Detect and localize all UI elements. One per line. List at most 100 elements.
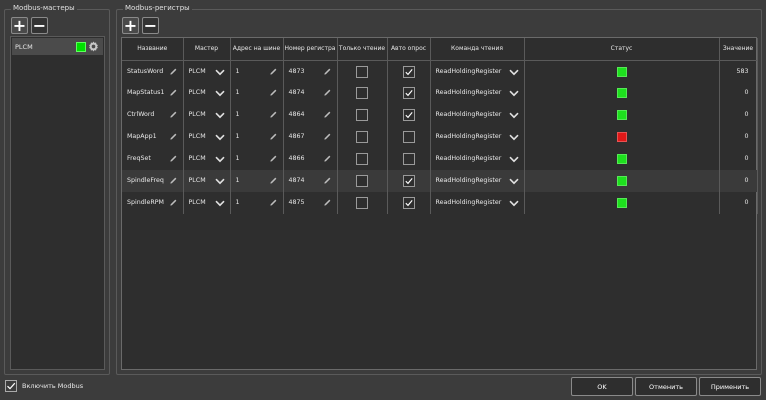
edit-pencil-icon[interactable]: [269, 88, 278, 97]
column-header-master[interactable]: Мастер: [183, 38, 231, 61]
cell-command[interactable]: ReadHoldingRegister: [430, 104, 525, 126]
cell-name[interactable]: StatusWord: [122, 60, 184, 82]
auto-poll-checkbox[interactable]: [402, 87, 415, 99]
cell-register[interactable]: 4864: [283, 104, 338, 126]
column-header-register[interactable]: Номер регистра: [283, 38, 338, 61]
column-header-address[interactable]: Адрес на шине: [230, 38, 284, 61]
gear-icon[interactable]: [88, 41, 99, 52]
apply-button[interactable]: Применить: [699, 377, 761, 396]
edit-pencil-icon[interactable]: [269, 154, 278, 163]
cell-address[interactable]: 1: [230, 126, 284, 148]
edit-pencil-icon[interactable]: [323, 176, 332, 185]
table-row[interactable]: MapStatus1 PLCM 1 4874 ReadHoldingRegister 0: [122, 82, 758, 104]
read-only-checkbox[interactable]: [356, 87, 368, 99]
read-only-checkbox[interactable]: [356, 65, 368, 78]
edit-pencil-icon[interactable]: [169, 110, 178, 119]
read-only-checkbox[interactable]: [356, 109, 368, 121]
cell-address[interactable]: 1: [230, 104, 284, 126]
cell-name[interactable]: SpindleFreq: [122, 170, 184, 192]
chevron-down-icon[interactable]: [214, 112, 225, 119]
master-list-item[interactable]: PLCM: [12, 38, 103, 55]
edit-pencil-icon[interactable]: [323, 110, 332, 119]
cell-address[interactable]: 1: [230, 82, 284, 104]
cell-register[interactable]: 4867: [283, 126, 338, 148]
cell-master[interactable]: PLCM: [183, 82, 231, 104]
chevron-down-icon[interactable]: [214, 69, 225, 76]
chevron-down-icon[interactable]: [508, 200, 519, 207]
table-row[interactable]: SpindleFreq PLCM 1 4874 ReadHoldingRegister 0: [122, 170, 758, 192]
edit-pencil-icon[interactable]: [169, 67, 178, 76]
cell-master[interactable]: PLCM: [183, 170, 231, 192]
cell-master[interactable]: PLCM: [183, 148, 231, 170]
cell-command[interactable]: ReadHoldingRegister: [430, 82, 525, 104]
edit-pencil-icon[interactable]: [323, 154, 332, 163]
auto-poll-checkbox[interactable]: [402, 175, 415, 187]
table-row[interactable]: MapApp1 PLCM 1 4867 ReadHoldingRegister 0: [122, 126, 758, 148]
column-header-command[interactable]: Команда чтения: [430, 38, 525, 61]
cell-address[interactable]: 1: [230, 148, 284, 170]
column-header-read-only[interactable]: Только чтение: [337, 38, 388, 61]
cell-register[interactable]: 4874: [283, 170, 338, 192]
edit-pencil-icon[interactable]: [323, 67, 332, 76]
cancel-button[interactable]: Отменить: [635, 377, 697, 396]
table-row[interactable]: StatusWord PLCM 1 4873 ReadHoldingRegister 58…: [122, 60, 758, 82]
chevron-down-icon[interactable]: [508, 112, 519, 119]
add-register-button[interactable]: +: [122, 17, 139, 34]
chevron-down-icon[interactable]: [214, 200, 225, 207]
cell-name[interactable]: SpindleRPM: [122, 192, 184, 214]
auto-poll-checkbox[interactable]: [402, 197, 415, 209]
chevron-down-icon[interactable]: [214, 156, 225, 163]
cell-command[interactable]: ReadHoldingRegister: [430, 126, 525, 148]
auto-poll-checkbox[interactable]: [402, 153, 415, 165]
edit-pencil-icon[interactable]: [169, 176, 178, 185]
cell-register[interactable]: 4875: [283, 192, 338, 214]
auto-poll-checkbox[interactable]: [402, 109, 415, 121]
cell-command[interactable]: ReadHoldingRegister: [430, 60, 525, 82]
edit-pencil-icon[interactable]: [269, 176, 278, 185]
chevron-down-icon[interactable]: [508, 178, 519, 185]
edit-pencil-icon[interactable]: [169, 154, 178, 163]
cell-address[interactable]: 1: [230, 170, 284, 192]
edit-pencil-icon[interactable]: [323, 88, 332, 97]
chevron-down-icon[interactable]: [214, 90, 225, 97]
edit-pencil-icon[interactable]: [169, 132, 178, 141]
cell-command[interactable]: ReadHoldingRegister: [430, 170, 525, 192]
edit-pencil-icon[interactable]: [269, 110, 278, 119]
cell-name[interactable]: CtrlWord: [122, 104, 184, 126]
cell-register[interactable]: 4866: [283, 148, 338, 170]
column-header-value[interactable]: Значение: [719, 38, 758, 61]
edit-pencil-icon[interactable]: [169, 198, 178, 207]
chevron-down-icon[interactable]: [508, 156, 519, 163]
auto-poll-checkbox[interactable]: [402, 131, 415, 143]
enable-modbus-checkbox[interactable]: [5, 380, 17, 392]
cell-master[interactable]: PLCM: [183, 192, 231, 214]
column-header-status[interactable]: Статус: [524, 38, 720, 61]
chevron-down-icon[interactable]: [508, 90, 519, 97]
remove-register-button[interactable]: −: [142, 17, 159, 34]
cell-master[interactable]: PLCM: [183, 104, 231, 126]
cell-register[interactable]: 4874: [283, 82, 338, 104]
cell-name[interactable]: MapStatus1: [122, 82, 184, 104]
edit-pencil-icon[interactable]: [269, 198, 278, 207]
table-row[interactable]: SpindleRPM PLCM 1 4875 ReadHoldingRegister 0: [122, 192, 758, 214]
chevron-down-icon[interactable]: [214, 134, 225, 141]
read-only-checkbox[interactable]: [356, 175, 368, 187]
chevron-down-icon[interactable]: [508, 69, 519, 76]
edit-pencil-icon[interactable]: [269, 67, 278, 76]
read-only-checkbox[interactable]: [356, 131, 368, 143]
table-row[interactable]: CtrlWord PLCM 1 4864 ReadHoldingRegister 0: [122, 104, 758, 126]
add-master-button[interactable]: +: [11, 17, 28, 34]
edit-pencil-icon[interactable]: [269, 132, 278, 141]
cell-command[interactable]: ReadHoldingRegister: [430, 192, 525, 214]
column-header-name[interactable]: Название: [122, 38, 184, 61]
read-only-checkbox[interactable]: [356, 197, 368, 209]
edit-pencil-icon[interactable]: [323, 198, 332, 207]
table-row[interactable]: FreqSet PLCM 1 4866 ReadHoldingRegister 0: [122, 148, 758, 170]
cell-name[interactable]: MapApp1: [122, 126, 184, 148]
ok-button[interactable]: OK: [571, 377, 633, 396]
cell-name[interactable]: FreqSet: [122, 148, 184, 170]
cell-register[interactable]: 4873: [283, 60, 338, 82]
read-only-checkbox[interactable]: [356, 153, 368, 165]
cell-address[interactable]: 1: [230, 60, 284, 82]
cell-command[interactable]: ReadHoldingRegister: [430, 148, 525, 170]
